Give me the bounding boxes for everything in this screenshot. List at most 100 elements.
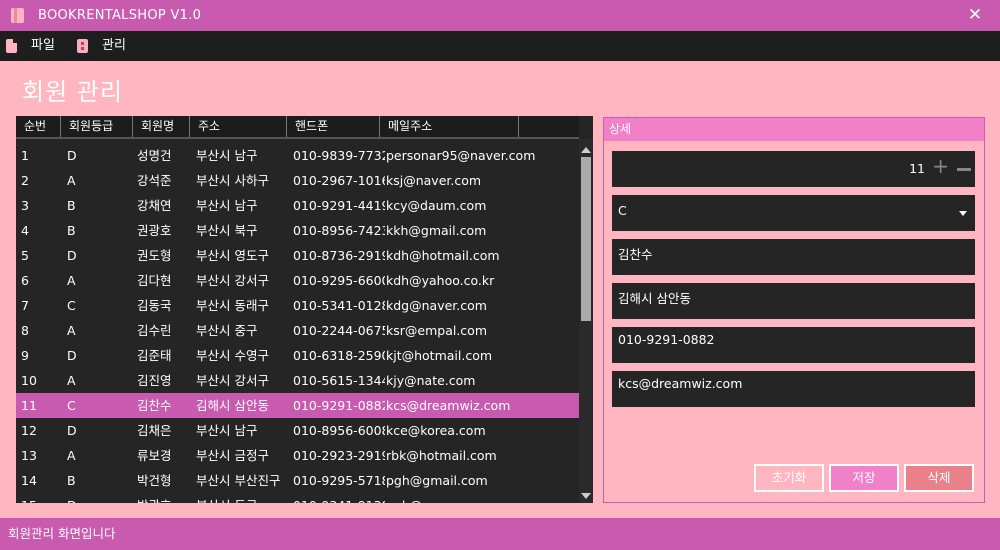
- close-icon[interactable]: ✕: [960, 5, 990, 27]
- column-header-email[interactable]: 메일주소: [380, 116, 519, 137]
- name-field[interactable]: 김찬수: [612, 239, 975, 275]
- name-value: 김찬수: [618, 247, 653, 262]
- column-header-name[interactable]: 회원명: [133, 116, 190, 137]
- plus-icon[interactable]: +: [932, 154, 949, 178]
- table-cell-grade: C: [67, 298, 76, 313]
- table-row[interactable]: 12 D 김채은 부산시 남구 010-8956-6008 kce@korea.com: [16, 418, 579, 443]
- table-cell-email: kjy@nate.com: [386, 373, 476, 388]
- table-cell-no: 4: [21, 223, 29, 238]
- table-cell-email: ksr@empal.com: [386, 323, 487, 338]
- scroll-thumb[interactable]: [581, 157, 591, 321]
- table-row[interactable]: 11 C 김찬수 김해시 삼안동 010-9291-0882 kcs@dreamwiz.c…: [16, 393, 579, 418]
- table-cell-addr: 부산시 동래구: [196, 298, 269, 313]
- table-row[interactable]: 13 A 류보경 부산시 금정구 010-2923-2919 rbk@hotmail.co…: [16, 443, 579, 468]
- delete-button[interactable]: 삭제: [904, 464, 974, 492]
- table-cell-phone: 010-9839-7732: [293, 148, 385, 163]
- table-cell-name: 권광호: [137, 223, 172, 238]
- table-cell-addr: 부산시 금정구: [196, 448, 269, 463]
- table-cell-phone: 010-8956-7423: [293, 223, 385, 238]
- table-cell-phone: 010-5341-0128: [293, 298, 385, 313]
- column-header-phone[interactable]: 핸드폰: [287, 116, 380, 137]
- phone-value: 010-9291-0882: [618, 332, 715, 347]
- table-cell-phone: 010-9341-9138: [293, 493, 385, 503]
- table-cell-phone: 010-8736-2919: [293, 248, 385, 263]
- table-cell-addr: 부산시 영도구: [196, 248, 269, 263]
- table-cell-no: 7: [21, 298, 29, 313]
- table-row[interactable]: 7 C 김동국 부산시 동래구 010-5341-0128 kdg@naver.com: [16, 293, 579, 318]
- column-header-address[interactable]: 주소: [190, 116, 287, 137]
- table-cell-addr: 부산시 남구: [196, 148, 258, 163]
- member-id-stepper[interactable]: 11 +: [612, 151, 975, 187]
- table-cell-name: 김진영: [137, 373, 172, 388]
- table-cell-addr: 부산시 수영구: [196, 348, 269, 363]
- status-bar: 회원관리 화면입니다: [0, 518, 1000, 550]
- grade-value: C: [618, 203, 627, 218]
- app-book-icon: [11, 8, 24, 23]
- dropdown-arrow-icon[interactable]: [959, 211, 967, 216]
- table-cell-no: 1: [21, 148, 29, 163]
- scroll-down-arrow-icon[interactable]: [581, 493, 591, 499]
- table-cell-name: 김준태: [137, 348, 172, 363]
- table-row[interactable]: 10 A 김진영 부산시 강서구 010-5615-1344 kjy@nate.com: [16, 368, 579, 393]
- member-grid[interactable]: 순번 회원등급 회원명 주소 핸드폰 메일주소 1 D 성명건 부산시 남구 010-9…: [16, 116, 593, 503]
- phone-field[interactable]: 010-9291-0882: [612, 327, 975, 363]
- save-button[interactable]: 저장: [829, 464, 899, 492]
- table-row[interactable]: 8 A 김수린 부산시 중구 010-2244-0675 ksr@empal.com: [16, 318, 579, 343]
- table-cell-addr: 부산시 강서구: [196, 373, 269, 388]
- table-cell-email: pgh@gmail.com: [386, 473, 488, 488]
- table-row[interactable]: 5 D 권도형 부산시 영도구 010-8736-2919 kdh@hotmail.com: [16, 243, 579, 268]
- table-cell-addr: 부산시 북구: [196, 223, 258, 238]
- table-row[interactable]: 3 B 강채연 부산시 남구 010-9291-4419 kcy@daum.com: [16, 193, 579, 218]
- table-cell-phone: 010-9291-4419: [293, 198, 385, 213]
- table-row[interactable]: 15 D 박광호 부산시 동구010-9341-9138pgh@naver.com: [16, 493, 579, 503]
- address-value: 김해시 삼안동: [618, 291, 691, 306]
- menu-item-manage-label: 관리: [102, 38, 126, 53]
- file-icon: [6, 39, 17, 53]
- table-row[interactable]: 2 A 강석준 부산시 사하구 010-2967-1016 ksj@naver.com: [16, 168, 579, 193]
- table-cell-addr: 부산시 강서구: [196, 273, 269, 288]
- table-cell-phone: 010-2244-0675: [293, 323, 385, 338]
- table-cell-email: personar95@naver.com: [386, 148, 536, 163]
- menu-item-file[interactable]: 파일: [6, 31, 55, 61]
- table-cell-no: 15: [21, 493, 61, 503]
- table-cell-no: 5: [21, 248, 29, 263]
- grid-body: 1 D 성명건 부산시 남구 010-9839-7732 personar95@naver…: [16, 143, 579, 503]
- table-cell-addr: 부산시 남구: [196, 198, 258, 213]
- table-row[interactable]: 14 B 박건형 부산시 부산진구 010-9295-5718 pgh@gmail.com: [16, 468, 579, 493]
- reset-button[interactable]: 초기화: [754, 464, 824, 492]
- email-field[interactable]: kcs@dreamwiz.com: [612, 371, 975, 407]
- table-row[interactable]: 1 D 성명건 부산시 남구 010-9839-7732 personar95@naver…: [16, 143, 579, 168]
- grid-header: 순번 회원등급 회원명 주소 핸드폰 메일주소: [16, 116, 579, 139]
- table-cell-grade: C: [67, 398, 76, 413]
- column-header-grade[interactable]: 회원등급: [61, 116, 133, 137]
- table-cell-name: 강석준: [137, 173, 172, 188]
- table-cell-phone: 010-8956-6008: [293, 423, 385, 438]
- menu-bar: 파일 관리: [0, 31, 1000, 61]
- table-cell-addr: 부산시 동구: [196, 493, 291, 503]
- address-field[interactable]: 김해시 삼안동: [612, 283, 975, 319]
- table-cell-no: 3: [21, 198, 29, 213]
- table-cell-grade: B: [67, 223, 76, 238]
- table-cell-phone: 010-9295-5718: [293, 473, 385, 488]
- table-cell-grade: A: [67, 373, 76, 388]
- table-cell-grade: B: [67, 473, 76, 488]
- table-cell-grade: A: [67, 448, 76, 463]
- detail-header: 상세: [604, 118, 984, 141]
- menu-item-manage[interactable]: 관리: [77, 31, 126, 61]
- table-row[interactable]: 4 B 권광호 부산시 북구 010-8956-7423 kkh@gmail.com: [16, 218, 579, 243]
- table-row[interactable]: 9 D 김준태 부산시 수영구 010-6318-2590 kjt@hotmail.com: [16, 343, 579, 368]
- table-cell-phone: 010-9291-0882: [293, 398, 385, 413]
- minus-icon[interactable]: [957, 168, 971, 171]
- menu-item-file-label: 파일: [31, 38, 55, 53]
- table-cell-name: 김채은: [137, 423, 172, 438]
- table-cell-no: 11: [21, 398, 37, 413]
- table-row[interactable]: 6 A 김다현 부산시 강서구 010-9295-6600 kdh@yahoo.co.kr: [16, 268, 579, 293]
- grid-scrollbar[interactable]: [579, 139, 593, 503]
- grade-combobox[interactable]: C: [612, 195, 975, 231]
- member-id-value: 11: [909, 161, 925, 176]
- table-cell-no: 6: [21, 273, 29, 288]
- scroll-up-arrow-icon[interactable]: [581, 147, 591, 153]
- column-header-no[interactable]: 순번: [16, 116, 61, 137]
- table-cell-email: pgh@naver.com: [386, 493, 576, 503]
- table-cell-email: kce@korea.com: [386, 423, 486, 438]
